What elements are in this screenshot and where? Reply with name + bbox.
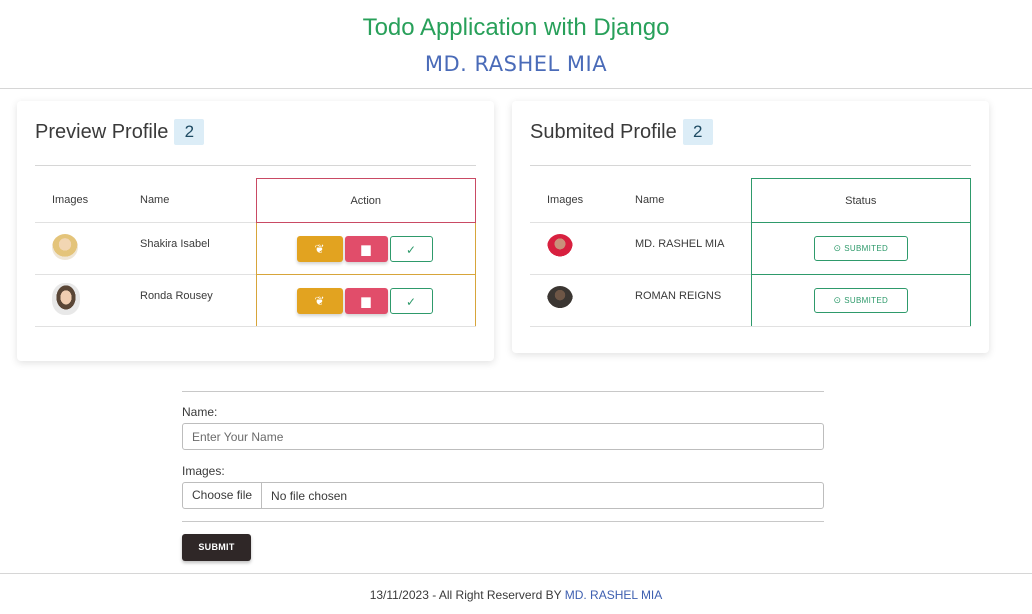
divider (530, 165, 971, 166)
app-title: Todo Application with Django (362, 14, 670, 41)
delete-button[interactable]: ▆ (344, 235, 388, 262)
divider (35, 165, 476, 166)
status-label: SUBMITED (844, 244, 889, 253)
preview-table: Images Name Action Shakira Isabel ❦ ▆ ✓ Ro… (35, 178, 476, 327)
delete-button[interactable]: ▆ (344, 287, 388, 314)
column-header-images: Images (52, 194, 89, 207)
images-label: Images: (182, 464, 225, 478)
form-divider-top (182, 391, 824, 392)
submitted-profile-heading: Submited Profile 2 (530, 119, 713, 145)
form-divider-bottom (182, 521, 824, 522)
submitted-table: Images Name Status MD. RASHEL MIA ⊙ SUBMI… (530, 178, 971, 327)
leaf-icon: ❦ (314, 293, 325, 308)
name-label: Name: (182, 405, 218, 419)
leaf-icon: ❦ (314, 241, 325, 256)
footer-author-link[interactable]: MD. RASHEL MIA (565, 588, 663, 602)
avatar (52, 234, 78, 260)
profile-name: Shakira Isabel (140, 237, 210, 250)
submitted-profile-title: Submited Profile (530, 120, 677, 143)
status-cell: ⊙ SUBMITED (750, 222, 971, 275)
submitted-status-button[interactable]: ⊙ SUBMITED (813, 288, 908, 313)
avatar (547, 234, 573, 260)
preview-profile-heading: Preview Profile 2 (35, 119, 205, 145)
status-cell: ⊙ SUBMITED (750, 274, 971, 327)
submit-button[interactable]: SUBMIT (182, 534, 251, 561)
submitted-profile-card: Submited Profile 2 Images Name Status MD… (512, 101, 989, 353)
trash-icon: ▆ (361, 241, 371, 256)
avatar (52, 283, 80, 315)
author-name: MD. RASHEL MIA (424, 52, 608, 76)
name-input[interactable] (182, 423, 824, 450)
column-header-images: Images (547, 194, 584, 207)
check-icon: ✓ (405, 242, 417, 257)
page-header: Todo Application with Django MD. RASHEL … (0, 0, 1032, 89)
preview-profile-title: Preview Profile (35, 120, 169, 143)
check-icon: ✓ (405, 294, 417, 309)
table-row: MD. RASHEL MIA ⊙ SUBMITED (530, 222, 971, 275)
column-header-status: Status (750, 178, 971, 223)
check-circle-icon: ⊙ (833, 243, 842, 253)
preview-count-badge: 2 (174, 119, 205, 145)
action-cell: ❦ ▆ ✓ (255, 222, 476, 275)
column-header-name: Name (140, 194, 170, 207)
check-circle-icon: ⊙ (833, 295, 842, 305)
submitted-count-badge: 2 (682, 119, 713, 145)
approve-button[interactable]: ✓ (389, 287, 433, 314)
status-label: SUBMITED (844, 296, 889, 305)
profile-name: MD. RASHEL MIA (635, 237, 725, 250)
footer-text: 13/11/2023 - All Right Reserverd BY (369, 588, 565, 602)
table-row: Shakira Isabel ❦ ▆ ✓ (35, 222, 476, 275)
page-footer: 13/11/2023 - All Right Reserverd BY MD. … (0, 573, 1032, 614)
preview-profile-card: Preview Profile 2 Images Name Action Sha… (17, 101, 494, 361)
trash-icon: ▆ (361, 293, 371, 308)
approve-button[interactable]: ✓ (389, 235, 433, 262)
edit-button[interactable]: ❦ (296, 235, 343, 262)
table-row: ROMAN REIGNS ⊙ SUBMITED (530, 274, 971, 327)
submitted-status-button[interactable]: ⊙ SUBMITED (813, 236, 908, 261)
choose-file-button[interactable]: Choose file (183, 483, 263, 508)
file-status-text: No file chosen (271, 488, 348, 503)
image-file-input[interactable]: Choose file No file chosen (182, 482, 824, 509)
edit-button[interactable]: ❦ (296, 287, 343, 314)
column-header-name: Name (635, 194, 665, 207)
table-row: Ronda Rousey ❦ ▆ ✓ (35, 274, 476, 327)
profile-name: ROMAN REIGNS (635, 289, 722, 302)
action-cell: ❦ ▆ ✓ (255, 274, 476, 327)
profile-name: Ronda Rousey (140, 289, 213, 302)
avatar (547, 286, 573, 312)
column-header-action: Action (255, 178, 476, 223)
